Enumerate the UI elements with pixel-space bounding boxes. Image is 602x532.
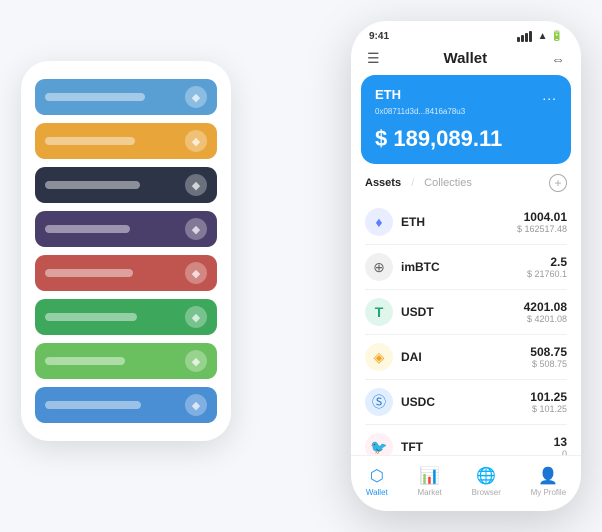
profile-nav-label: My Profile [531, 488, 567, 497]
asset-item[interactable]: ♦ ETH 1004.01 $ 162517.48 [365, 200, 567, 245]
asset-list: ♦ ETH 1004.01 $ 162517.48 ⊕ imBTC 2.5 $ … [351, 200, 581, 455]
nav-title: Wallet [443, 50, 487, 67]
background-phone: ◆ ◆ ◆ ◆ ◆ ◆ ◆ ◆ [21, 61, 231, 441]
bg-card: ◆ [35, 387, 217, 423]
asset-name-tft: TFT [401, 440, 554, 454]
asset-icon-imbtc: ⊕ [365, 253, 393, 281]
time: 9:41 [369, 31, 389, 42]
asset-amounts-dai: 508.75 $ 508.75 [530, 345, 567, 369]
asset-item[interactable]: ◈ DAI 508.75 $ 508.75 [365, 335, 567, 380]
menu-icon[interactable]: ☰ [367, 50, 380, 67]
top-nav: ☰ Wallet ⇔ [351, 46, 581, 75]
asset-item[interactable]: T USDT 4201.08 $ 4201.08 [365, 290, 567, 335]
eth-amount: $ 189,089.11 [375, 126, 557, 152]
asset-amounts-imbtc: 2.5 $ 21760.1 [527, 255, 567, 279]
asset-icon-usdc: Ⓢ [365, 388, 393, 416]
browser-nav-label: Browser [472, 488, 501, 497]
status-bar: 9:41 ▲ 🔋 [351, 21, 581, 46]
market-nav-icon: 📊 [420, 466, 440, 486]
asset-item[interactable]: 🐦 TFT 13 0 [365, 425, 567, 455]
bg-card: ◆ [35, 167, 217, 203]
asset-item[interactable]: Ⓢ USDC 101.25 $ 101.25 [365, 380, 567, 425]
assets-tabs: Assets / Collecties [365, 177, 472, 189]
bg-card: ◆ [35, 211, 217, 247]
asset-name-eth: ETH [401, 215, 517, 229]
wallet-nav[interactable]: ⬡ Wallet [366, 466, 388, 497]
eth-card[interactable]: ETH ... 0x08711d3d...8416a78u3 $ 189,089… [361, 75, 571, 164]
tab-assets[interactable]: Assets [365, 177, 401, 189]
bg-card: ◆ [35, 299, 217, 335]
asset-icon-tft: 🐦 [365, 433, 393, 455]
eth-card-label: ETH [375, 87, 401, 102]
profile-nav-icon: 👤 [538, 466, 558, 486]
market-nav-label: Market [417, 488, 441, 497]
assets-header: Assets / Collecties + [351, 174, 581, 200]
asset-name-dai: DAI [401, 350, 530, 364]
eth-card-dots[interactable]: ... [542, 87, 557, 103]
foreground-phone: 9:41 ▲ 🔋 ☰ Wallet ⇔ ETH ... [351, 21, 581, 511]
browser-nav-icon: 🌐 [476, 466, 496, 486]
bg-card: ◆ [35, 123, 217, 159]
asset-name-imbtc: imBTC [401, 260, 527, 274]
asset-name-usdc: USDC [401, 395, 530, 409]
asset-amounts-tft: 13 0 [554, 435, 567, 455]
bg-card: ◆ [35, 343, 217, 379]
eth-address: 0x08711d3d...8416a78u3 [375, 107, 557, 116]
expand-icon[interactable]: ⇔ [551, 51, 565, 67]
eth-card-header: ETH ... [375, 87, 557, 103]
status-icons: ▲ 🔋 [517, 31, 563, 42]
market-nav[interactable]: 📊 Market [417, 466, 441, 497]
asset-amounts-eth: 1004.01 $ 162517.48 [517, 210, 567, 234]
tab-collecties[interactable]: Collecties [424, 177, 472, 189]
asset-item[interactable]: ⊕ imBTC 2.5 $ 21760.1 [365, 245, 567, 290]
wallet-nav-icon: ⬡ [370, 466, 384, 486]
asset-amounts-usdc: 101.25 $ 101.25 [530, 390, 567, 414]
bottom-nav: ⬡ Wallet 📊 Market 🌐 Browser 👤 My Profile [351, 455, 581, 511]
asset-amounts-usdt: 4201.08 $ 4201.08 [524, 300, 567, 324]
bg-card: ◆ [35, 255, 217, 291]
asset-icon-usdt: T [365, 298, 393, 326]
scene: ◆ ◆ ◆ ◆ ◆ ◆ ◆ ◆ 9:41 ▲ 🔋 ☰ Wallet ⇔ [21, 21, 581, 511]
bg-card: ◆ [35, 79, 217, 115]
asset-icon-eth: ♦ [365, 208, 393, 236]
browser-nav[interactable]: 🌐 Browser [472, 466, 501, 497]
asset-icon-dai: ◈ [365, 343, 393, 371]
asset-name-usdt: USDT [401, 305, 524, 319]
profile-nav[interactable]: 👤 My Profile [531, 466, 567, 497]
wallet-nav-label: Wallet [366, 488, 388, 497]
add-asset-button[interactable]: + [549, 174, 567, 192]
